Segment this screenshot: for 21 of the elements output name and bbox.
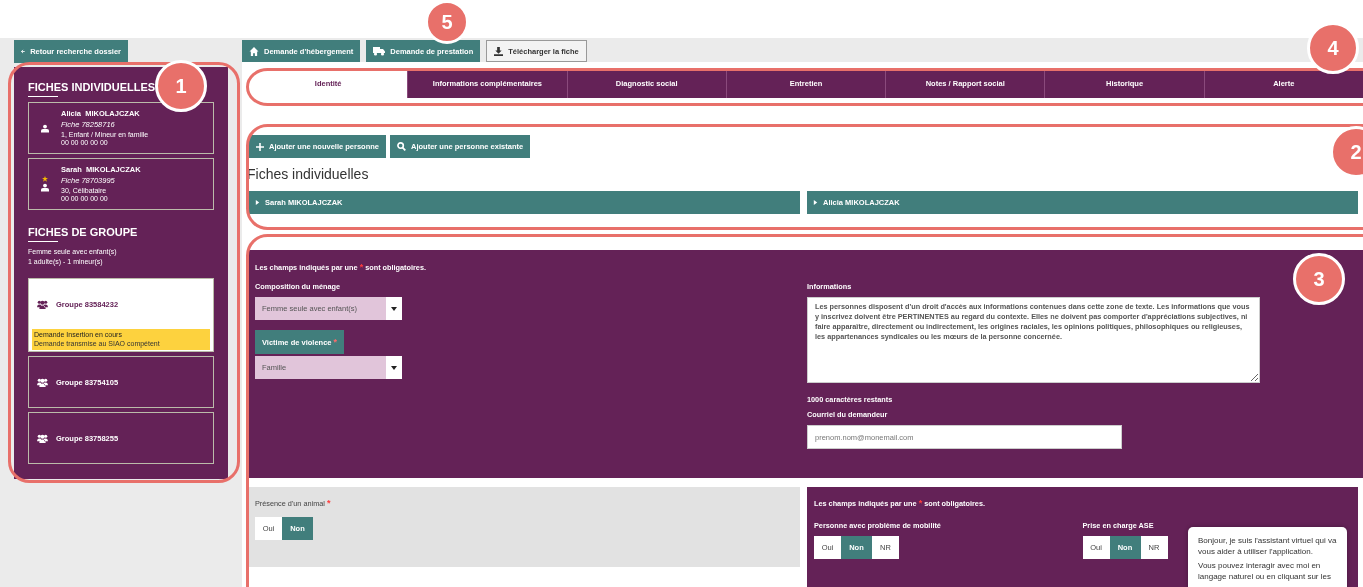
truck-icon [373,46,386,56]
person-icon [41,123,49,133]
caret-down-icon [391,306,397,311]
person-icon [41,183,49,192]
sidebar-heading: FICHES DE GROUPE [28,226,138,238]
group-icon [37,433,48,443]
group-icon [37,377,48,387]
search-icon [397,142,407,151]
group-icon [37,299,48,309]
annotation-badge: 5 [425,0,469,44]
annotation-badge: 4 [1307,22,1359,74]
plus-icon [256,142,264,151]
caret-down-icon [391,365,397,370]
arrow-left-icon [21,47,26,56]
home-icon [249,46,259,56]
caret-right-icon [813,200,818,205]
download-icon [494,46,504,56]
sidebar-heading: FICHES INDIVIDUELLES [28,81,156,93]
chat-message: Vous pouvez interagir avec moi en langage naturel ou en cliquant sur les [1198,560,1332,582]
chat-message: Bonjour, je suis l'assistant virtuel qui va vous aider à utiliser l'application. [1198,535,1337,557]
caret-right-icon [255,200,260,205]
